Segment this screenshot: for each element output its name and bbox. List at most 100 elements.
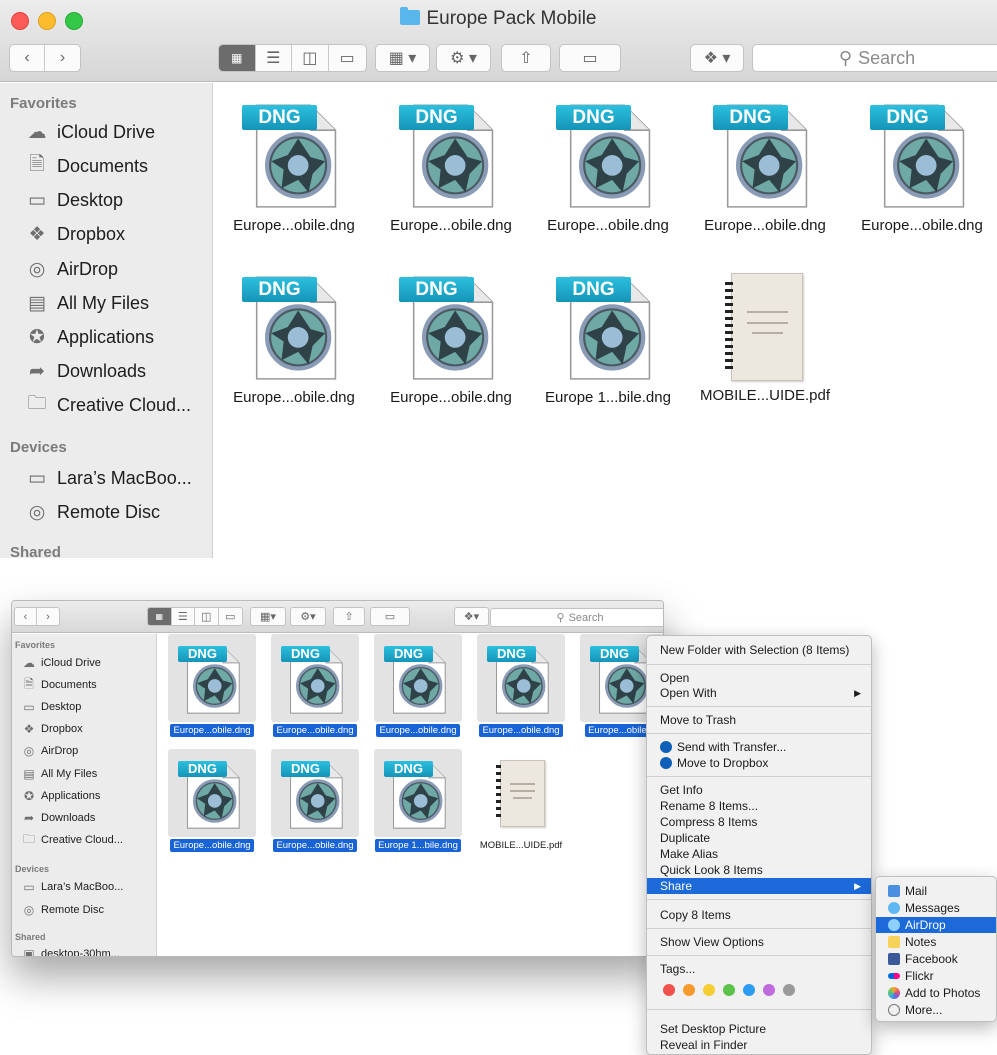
file-item[interactable]: DNG Europe...obile.dng [265,749,365,857]
action-button[interactable]: ⚙▾ [290,607,326,626]
file-item[interactable]: DNG Europe 1...bile.dng [368,749,468,857]
tag-color-dot[interactable] [743,984,755,996]
sidebar-item-macbook[interactable]: ▭ Lara’s MacBoo... [26,467,192,489]
share-item-facebook[interactable]: Facebook [876,951,996,967]
file-item[interactable]: DNG Europe...obile.dng [533,97,683,234]
icon-view-button[interactable]: ▦ [219,45,256,71]
file-item[interactable]: DNG Europe...obile.dng [376,269,526,406]
column-view-button[interactable]: ◫ [292,45,329,71]
sidebar-item-applications[interactable]: ✪ Applications [22,789,100,803]
dropbox-toolbar-button[interactable]: ❖ ▾ [690,44,744,72]
menu-item-make-alias[interactable]: Make Alias [647,846,871,862]
file-item[interactable]: DNG Europe...obile.dng [376,97,526,234]
sidebar-item-dropbox[interactable]: ❖ Dropbox [26,223,125,245]
file-item[interactable]: MOBILE...UIDE.pdf [690,269,840,404]
sidebar-item-all-my-files[interactable]: ▤ All My Files [22,767,97,781]
coverflow-view-button[interactable]: ▭ [329,45,366,71]
file-item[interactable]: DNG Europe 1...bile.dng [533,269,683,406]
search-field[interactable]: ⚲ Search [490,608,663,627]
menu-item-set-desktop-picture[interactable]: Set Desktop Picture [647,1021,871,1037]
sidebar-item-desktop[interactable]: ▭ Desktop [26,189,123,211]
sidebar-item-downloads[interactable]: ➦ Downloads [22,811,95,825]
search-field[interactable]: ⚲ Search [752,44,997,72]
file-item[interactable]: DNG Europe...obile.dng [471,634,571,742]
list-view-button[interactable]: ☰ [172,608,195,625]
menu-item-duplicate[interactable]: Duplicate [647,830,871,846]
arrange-grid-icon: ▦ ▾ [388,50,417,67]
sidebar-item-shared-desktop[interactable]: ▣ desktop-30hm... [22,947,120,956]
action-button[interactable]: ⚙ ▾ [436,44,491,72]
share-item-add-to-photos[interactable]: Add to Photos [876,985,996,1001]
file-item[interactable]: DNG Europe...obile.dng [162,634,262,742]
file-item[interactable]: DNG Europe...obile.dng [847,97,997,234]
file-item[interactable]: DNG Europe...obile.dng [265,634,365,742]
sidebar-item-airdrop[interactable]: ◎ AirDrop [26,258,118,280]
sidebar-item-documents[interactable]: 🗎 Documents [26,154,148,177]
tags-button[interactable]: ▭ [370,607,410,626]
sidebar-item-macbook[interactable]: ▭ Lara’s MacBoo... [22,880,123,894]
share-item-notes[interactable]: Notes [876,934,996,950]
column-view-button[interactable]: ◫ [195,608,219,625]
file-item[interactable]: DNG Europe...obile.dng [162,749,262,857]
menu-item-show-view-options[interactable]: Show View Options [647,934,871,950]
tag-color-dot[interactable] [783,984,795,996]
sidebar-item-creative-cloud[interactable]: 🗀 Creative Cloud... [26,393,191,416]
menu-item-rename[interactable]: Rename 8 Items... [647,798,871,814]
sidebar-item-remote-disc[interactable]: ◎ Remote Disc [26,501,160,523]
arrange-button[interactable]: ▦▾ [250,607,286,626]
file-item[interactable]: DNG Europe...obile.dng [219,97,369,234]
share-button[interactable]: ⇧ [501,44,551,72]
tag-color-dot[interactable] [703,984,715,996]
dropbox-toolbar-button[interactable]: ❖▾ [454,607,489,626]
sidebar-item-creative-cloud[interactable]: 🗀 Creative Cloud... [22,832,123,847]
sidebar-item-documents[interactable]: 🗎 Documents [22,677,96,692]
sidebar-item-dropbox[interactable]: ❖ Dropbox [22,722,83,736]
menu-separator [647,928,871,929]
menu-item-tags[interactable]: Tags... [647,961,871,977]
forward-button[interactable]: › [37,608,59,625]
list-view-button[interactable]: ☰ [256,45,292,71]
share-item-messages[interactable]: Messages [876,900,996,916]
sidebar-item-icloud-drive[interactable]: ☁ iCloud Drive [22,656,101,670]
menu-item-open-with[interactable]: Open With ▶ [647,685,871,701]
file-item[interactable]: DNG Europe...obile.dng [368,634,468,742]
tag-color-dot[interactable] [763,984,775,996]
menu-item-copy[interactable]: Copy 8 Items [647,907,871,923]
downloads-icon: ➦ [23,811,35,825]
back-button[interactable]: ‹ [15,608,38,625]
coverflow-view-button[interactable]: ▭ [219,608,242,625]
sidebar-item-applications[interactable]: ✪ Applications [26,326,154,348]
arrange-button[interactable]: ▦ ▾ [375,44,430,72]
tag-color-dot[interactable] [723,984,735,996]
menu-item-reveal-in-finder[interactable]: Reveal in Finder [647,1037,871,1053]
sidebar-item-downloads[interactable]: ➦ Downloads [26,360,146,382]
share-item-airdrop[interactable]: AirDrop [876,917,996,933]
icon-view-button[interactable]: ▦ [148,608,172,625]
forward-button[interactable]: › [45,45,80,71]
menu-item-new-folder-with-selection[interactable]: New Folder with Selection (8 Items) [647,642,871,658]
file-item[interactable]: DNG Europe...obile.dng [219,269,369,406]
menu-item-move-to-trash[interactable]: Move to Trash [647,712,871,728]
tags-button[interactable]: ▭ [559,44,621,72]
sidebar-item-icloud-drive[interactable]: ☁ iCloud Drive [26,121,156,143]
menu-item-quick-look[interactable]: Quick Look 8 Items [647,862,871,878]
menu-item-compress[interactable]: Compress 8 Items [647,814,871,830]
share-button[interactable]: ⇧ [333,607,365,626]
share-item-mail[interactable]: Mail [876,883,996,899]
menu-item-open[interactable]: Open [647,670,871,686]
file-item[interactable]: DNG Europe...obile.dng [690,97,840,234]
menu-item-get-info[interactable]: Get Info [647,782,871,798]
sidebar-item-all-my-files[interactable]: ▤ All My Files [26,292,149,314]
sidebar-item-airdrop[interactable]: ◎ AirDrop [22,744,79,758]
sidebar-item-desktop[interactable]: ▭ Desktop [22,700,81,714]
file-item[interactable]: MOBILE...UIDE.pdf [471,749,571,857]
menu-item-move-to-dropbox[interactable]: Move to Dropbox [647,755,871,771]
sidebar-item-remote-disc[interactable]: ◎ Remote Disc [22,903,104,917]
menu-item-send-with-transfer[interactable]: Send with Transfer... [647,739,871,755]
share-item-more[interactable]: More... [876,1002,996,1018]
tag-color-dot[interactable] [683,984,695,996]
share-item-flickr[interactable]: Flickr [876,968,996,984]
tag-color-dot[interactable] [663,984,675,996]
back-button[interactable]: ‹ [10,45,46,71]
menu-item-share[interactable]: Share ▶ [647,878,871,894]
